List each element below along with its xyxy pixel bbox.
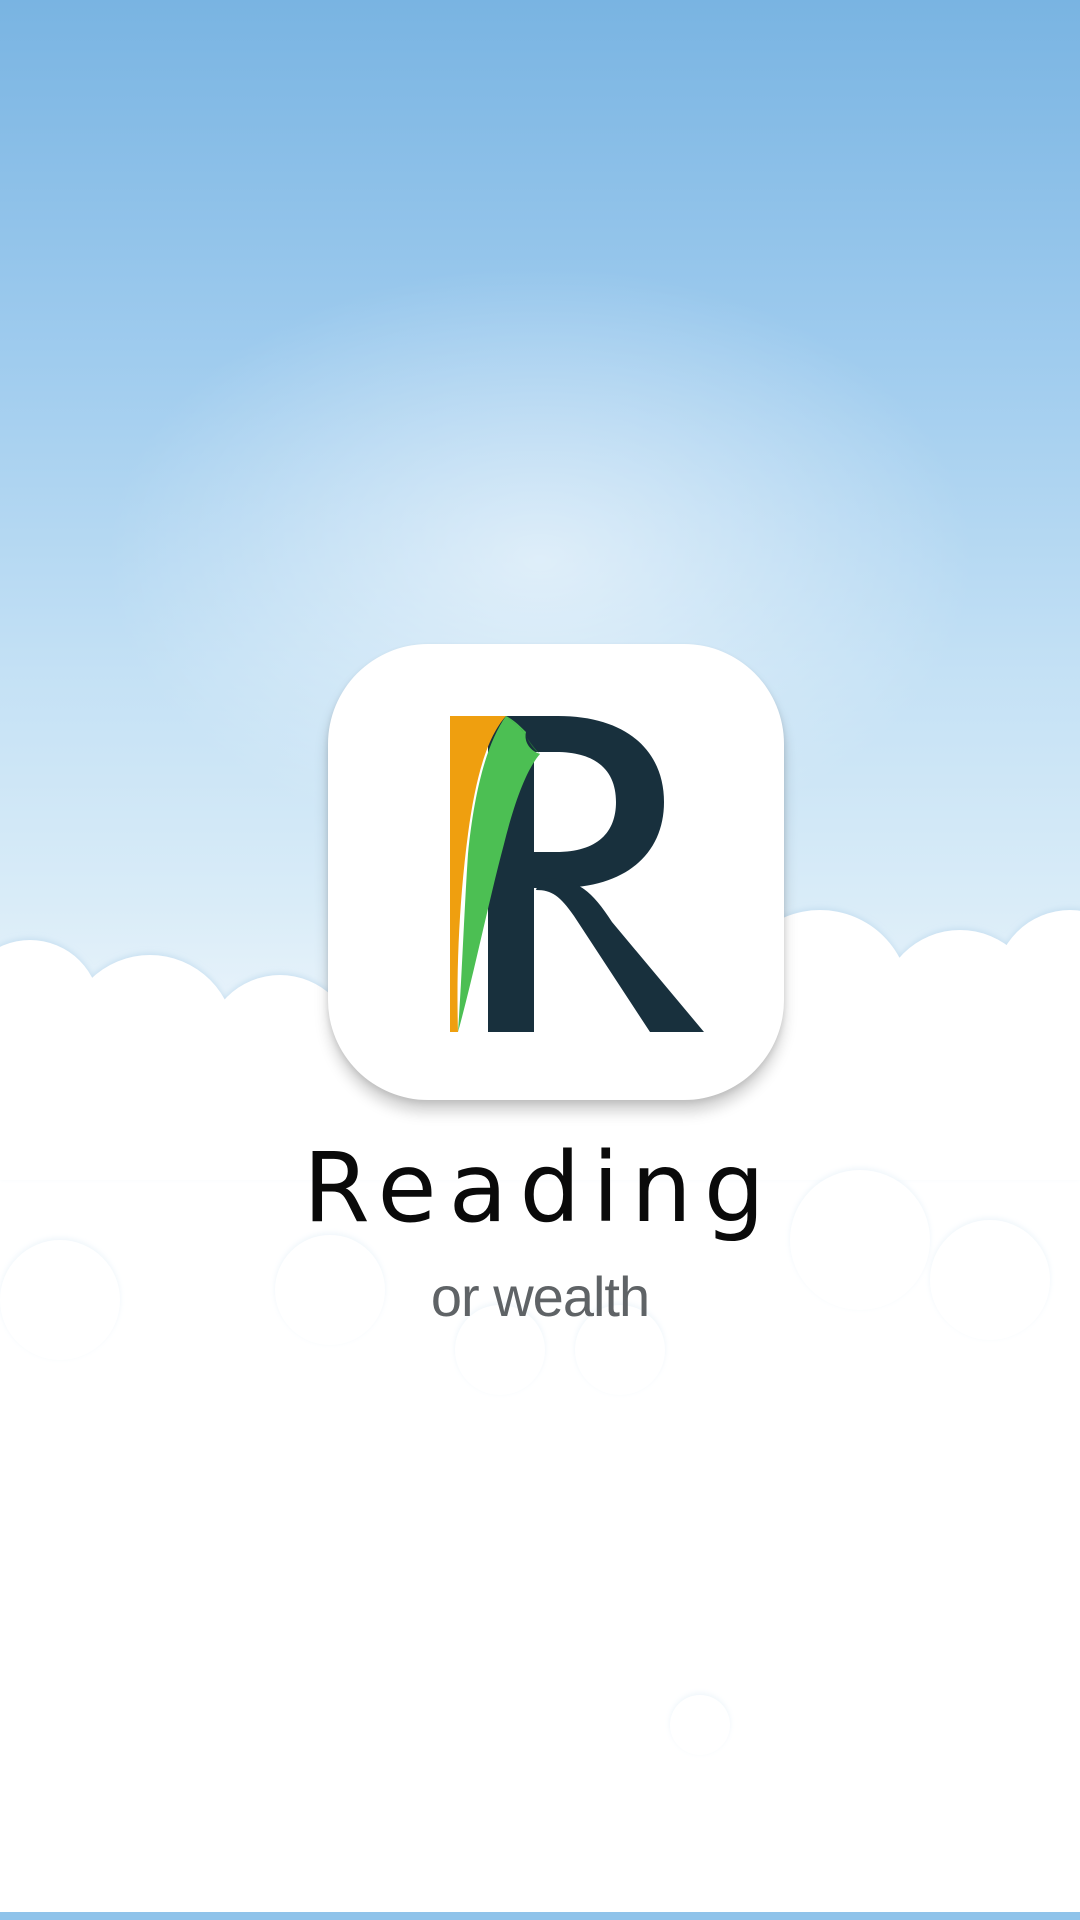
app-slogan: or wealth [430,1265,650,1328]
app-name: Reading [303,1132,777,1244]
app-logo-tile [328,644,784,1100]
bottom-accent-bar [0,1912,1080,1920]
letter-r-page-curl-logo-icon [450,716,704,1032]
